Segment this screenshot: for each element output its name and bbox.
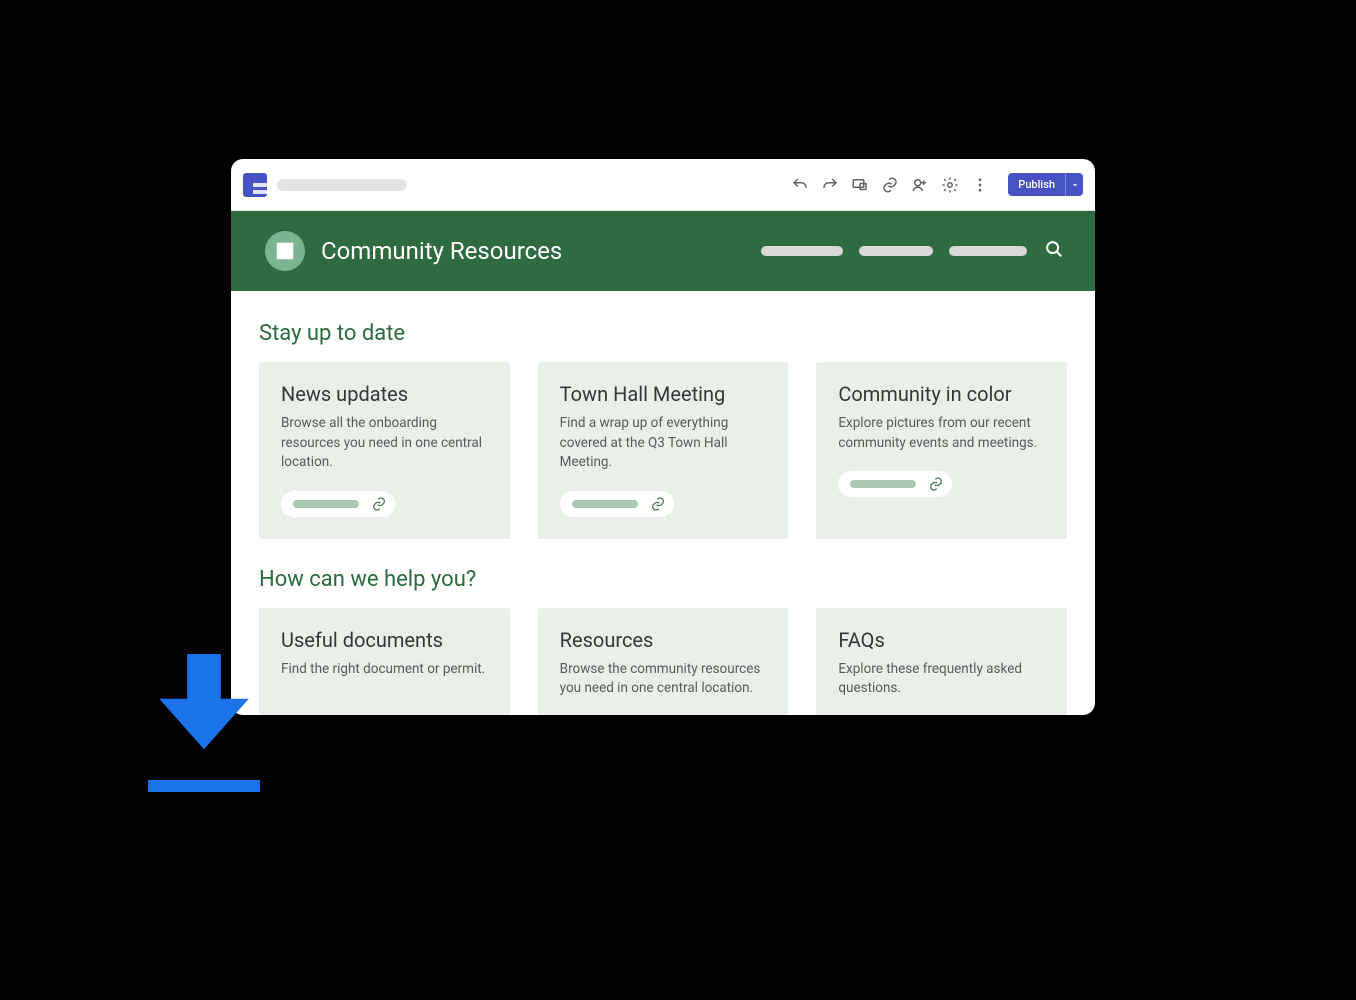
- site-logo-icon: [265, 231, 305, 271]
- site-content: Stay up to date News updates Browse all …: [231, 291, 1095, 715]
- card-title: Community in color: [838, 382, 1045, 406]
- card-row: News updates Browse all the onboarding r…: [259, 362, 1067, 539]
- card-title: FAQs: [838, 628, 1045, 652]
- link-icon[interactable]: [880, 175, 900, 195]
- section-title: Stay up to date: [259, 321, 1067, 346]
- card-body: Browse the community resources you need …: [560, 660, 767, 699]
- share-icon[interactable]: [910, 175, 930, 195]
- link-text-placeholder: [293, 500, 359, 508]
- card-body: Explore pictures from our recent communi…: [838, 414, 1045, 453]
- download-icon: [148, 654, 268, 792]
- preview-icon[interactable]: [850, 175, 870, 195]
- link-text-placeholder: [850, 480, 916, 488]
- card-title: Resources: [560, 628, 767, 652]
- card-link-chip[interactable]: [560, 491, 674, 517]
- more-icon[interactable]: [970, 175, 990, 195]
- site-title: Community Resources: [321, 237, 562, 265]
- card-community-color[interactable]: Community in color Explore pictures from…: [816, 362, 1067, 539]
- app-toolbar: Publish: [231, 159, 1095, 211]
- nav-item-placeholder[interactable]: [859, 246, 933, 256]
- app-window: Publish Community Resources Stay up to d…: [231, 159, 1095, 715]
- doc-title-placeholder[interactable]: [277, 179, 407, 191]
- card-town-hall[interactable]: Town Hall Meeting Find a wrap up of ever…: [538, 362, 789, 539]
- publish-dropdown-caret[interactable]: [1065, 173, 1083, 196]
- search-icon[interactable]: [1043, 238, 1065, 264]
- section-title: How can we help you?: [259, 567, 1067, 592]
- card-body: Browse all the onboarding resources you …: [281, 414, 488, 473]
- card-resources[interactable]: Resources Browse the community resources…: [538, 608, 789, 715]
- card-title: News updates: [281, 382, 488, 406]
- card-body: Find a wrap up of everything covered at …: [560, 414, 767, 473]
- redo-icon[interactable]: [820, 175, 840, 195]
- link-icon: [650, 496, 666, 512]
- publish-button-group: Publish: [1008, 173, 1083, 196]
- nav-item-placeholder[interactable]: [761, 246, 843, 256]
- undo-icon[interactable]: [790, 175, 810, 195]
- site-header: Community Resources: [231, 211, 1095, 291]
- download-bar: [148, 780, 260, 792]
- card-link-chip[interactable]: [281, 491, 395, 517]
- card-row: Useful documents Find the right document…: [259, 608, 1067, 715]
- card-useful-documents[interactable]: Useful documents Find the right document…: [259, 608, 510, 715]
- nav-item-placeholder[interactable]: [949, 246, 1027, 256]
- link-icon: [928, 476, 944, 492]
- link-text-placeholder: [572, 500, 638, 508]
- settings-icon[interactable]: [940, 175, 960, 195]
- link-icon: [371, 496, 387, 512]
- card-faqs[interactable]: FAQs Explore these frequently asked ques…: [816, 608, 1067, 715]
- card-link-chip[interactable]: [838, 471, 952, 497]
- publish-button[interactable]: Publish: [1008, 173, 1065, 196]
- card-title: Useful documents: [281, 628, 488, 652]
- card-body: Explore these frequently asked questions…: [838, 660, 1045, 699]
- sites-app-icon[interactable]: [243, 173, 267, 197]
- card-news-updates[interactable]: News updates Browse all the onboarding r…: [259, 362, 510, 539]
- card-title: Town Hall Meeting: [560, 382, 767, 406]
- card-body: Find the right document or permit.: [281, 660, 488, 680]
